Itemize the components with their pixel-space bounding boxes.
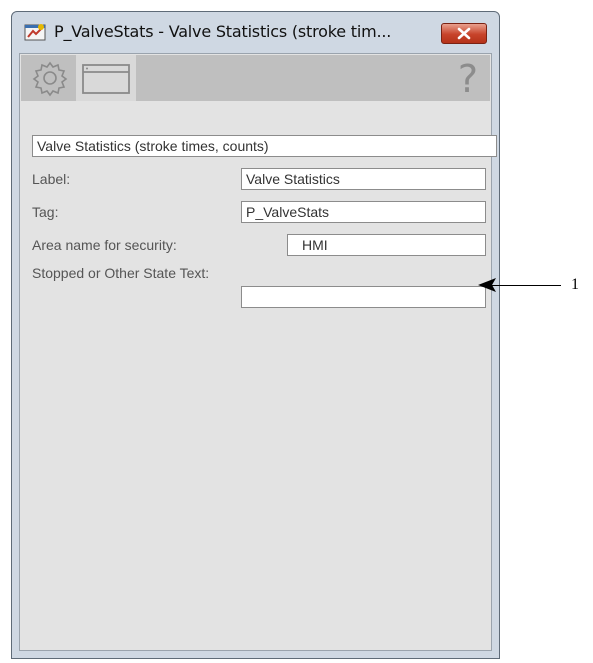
callout-number: 1 xyxy=(571,276,579,293)
close-icon xyxy=(457,27,471,40)
label-input[interactable]: Valve Statistics xyxy=(241,168,486,190)
help-icon[interactable]: ? xyxy=(458,57,478,101)
close-button[interactable] xyxy=(441,23,487,44)
faceplate-window: P_ValveStats - Valve Statistics (stroke … xyxy=(11,11,500,659)
tab-display[interactable] xyxy=(76,55,136,101)
description-field[interactable]: Valve Statistics (stroke times, counts) xyxy=(32,135,497,157)
state-text-input[interactable] xyxy=(241,286,486,308)
area-input[interactable]: HMI xyxy=(287,234,486,256)
window-icon xyxy=(82,64,130,94)
gear-icon[interactable] xyxy=(28,57,72,99)
tag-label: Tag: xyxy=(32,204,59,220)
title-bar[interactable]: P_ValveStats - Valve Statistics (stroke … xyxy=(12,12,499,52)
state-text-label: Stopped or Other State Text: xyxy=(32,265,210,281)
label-label: Label: xyxy=(32,171,71,187)
faceplate-body: ? Valve Statistics (stroke times, counts… xyxy=(19,53,497,651)
faceplate-toolbar: ? xyxy=(21,55,490,101)
callout-line xyxy=(485,285,561,286)
area-label: Area name for security: xyxy=(32,237,177,253)
faceplate-app-icon xyxy=(24,24,46,41)
tag-input[interactable]: P_ValveStats xyxy=(241,201,486,223)
window-title: P_ValveStats - Valve Statistics (stroke … xyxy=(54,22,392,41)
